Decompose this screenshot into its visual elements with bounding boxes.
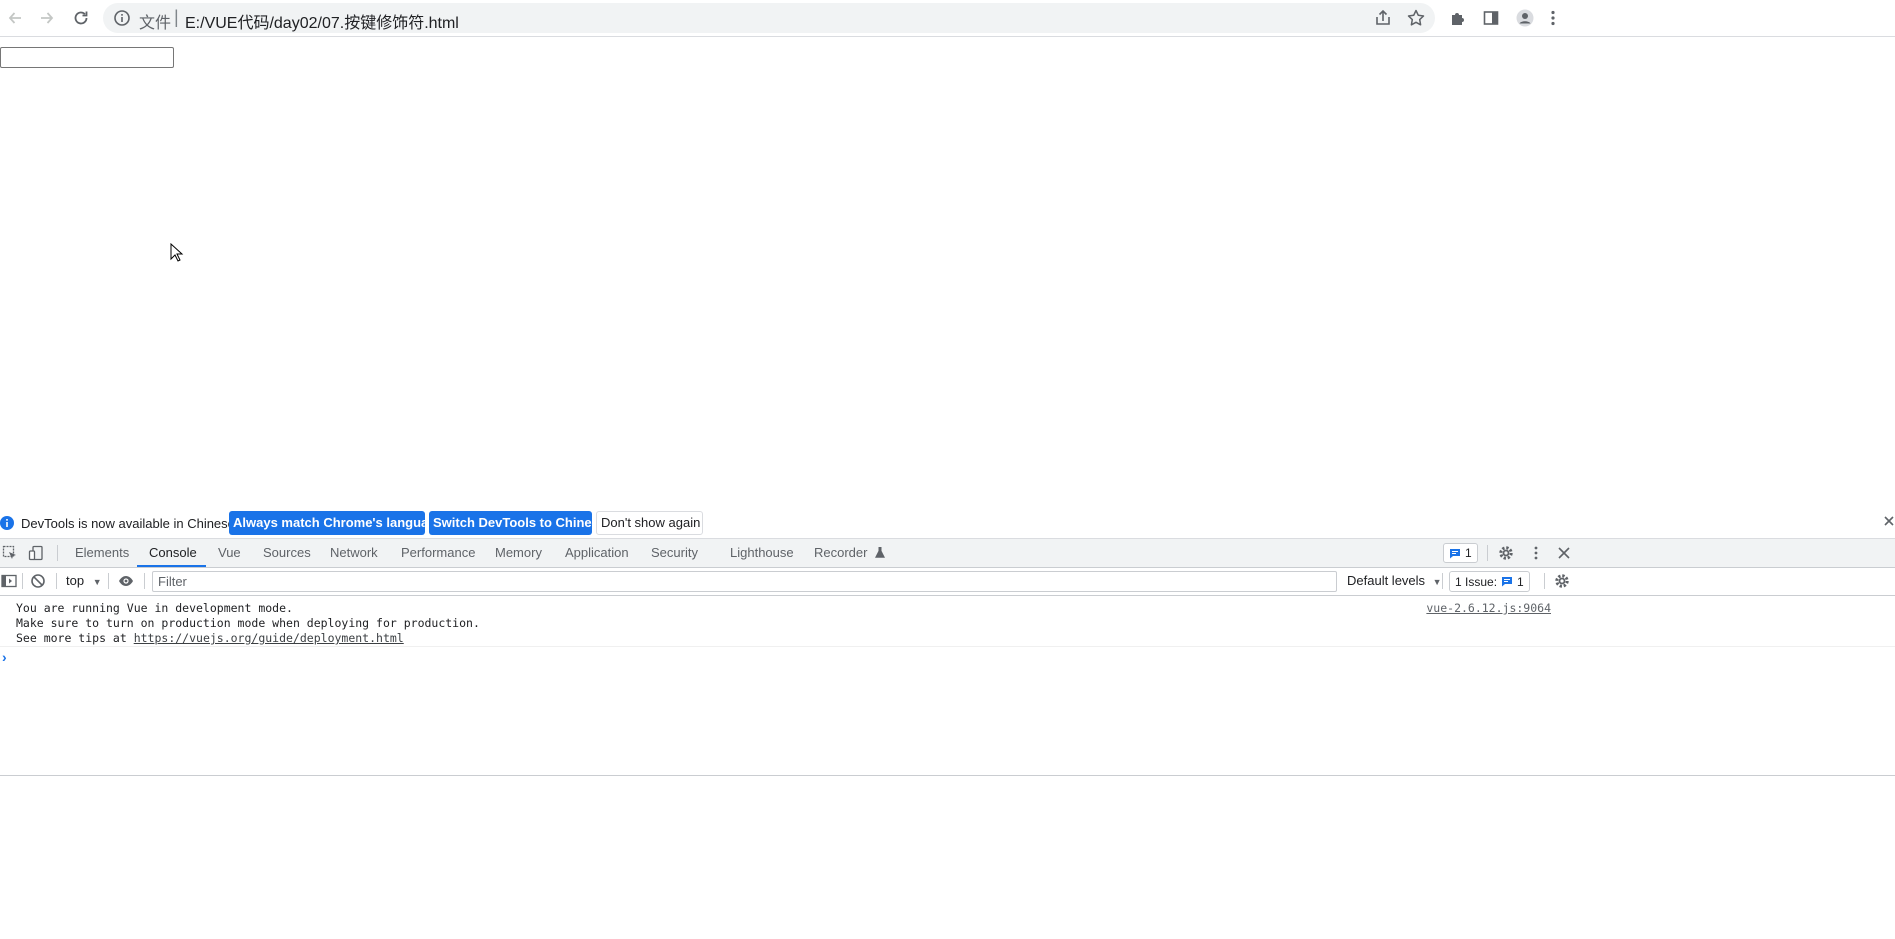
tab-memory[interactable]: Memory: [495, 539, 542, 567]
devtools-tab-strip: Elements Console Vue Sources Network Per…: [0, 539, 1895, 568]
more-vertical-icon: [1534, 546, 1538, 560]
dont-show-again-button[interactable]: Don't show again: [596, 511, 703, 535]
url-scheme-label: 文件: [139, 15, 172, 32]
bookmark-button[interactable]: [1406, 8, 1426, 28]
chat-icon: [1502, 577, 1513, 587]
dropdown-arrow-icon: ▼: [92, 577, 102, 587]
tab-recorder-label: Recorder: [814, 545, 868, 560]
star-icon: [1407, 9, 1425, 26]
profile-button[interactable]: [1511, 4, 1539, 32]
close-devtools-button[interactable]: [1556, 545, 1572, 561]
block-icon: [31, 574, 45, 588]
tab-console[interactable]: Console: [137, 539, 206, 567]
tab-vue[interactable]: Vue: [218, 539, 241, 567]
always-match-language-button[interactable]: Always match Chrome's language: [229, 511, 443, 535]
inspect-element-button[interactable]: [2, 545, 18, 561]
toolbar-divider: [1442, 573, 1443, 589]
page-text-input[interactable]: [0, 47, 174, 68]
console-prompt[interactable]: ›: [2, 649, 7, 665]
console-toolbar: top ▼ Default levels ▼ 1 Issue: 1: [0, 568, 1895, 596]
sidebar-toggle-icon: [1, 574, 17, 588]
device-icon: [28, 545, 43, 561]
close-icon: [1558, 547, 1570, 559]
settings-button[interactable]: [1498, 545, 1514, 561]
issues-count: 1: [1517, 574, 1524, 589]
dropdown-arrow-icon: ▼: [1432, 577, 1442, 587]
more-vertical-icon: [1551, 10, 1555, 26]
switch-to-chinese-button[interactable]: Switch DevTools to Chinese: [429, 511, 606, 535]
info-circle-icon[interactable]: [113, 9, 131, 27]
gear-icon: [1499, 546, 1513, 560]
issues-badge[interactable]: 1: [1443, 543, 1478, 563]
console-message: You are running Vue in development mode.…: [0, 596, 1895, 647]
info-icon: [0, 516, 14, 530]
chat-icon: [1450, 548, 1460, 558]
forward-button[interactable]: [33, 4, 61, 32]
show-sidebar-button[interactable]: [1, 573, 17, 589]
share-icon: [1376, 9, 1390, 25]
devtools-bottom-border: [0, 775, 1895, 776]
menu-button[interactable]: [1543, 4, 1563, 32]
eye-icon: [119, 576, 133, 586]
tab-security[interactable]: Security: [651, 539, 698, 567]
side-panel-button[interactable]: [1477, 4, 1505, 32]
puzzle-icon: [1452, 13, 1464, 25]
infobar-message: DevTools is now available in Chinese!: [21, 516, 239, 531]
toolbar-divider: [22, 573, 23, 589]
arrow-left-icon: [8, 12, 21, 24]
tab-elements[interactable]: Elements: [75, 539, 129, 567]
reload-button[interactable]: [67, 4, 95, 32]
toolbar-divider: [57, 545, 58, 561]
url-text[interactable]: E:/VUE代码/day02/07.按键修饰符.html: [185, 9, 459, 33]
browser-toolbar: 文件 | E:/VUE代码/day02/07.按键修饰符.html: [0, 0, 1895, 37]
live-expression-button[interactable]: [118, 573, 134, 589]
back-button[interactable]: [1, 4, 29, 32]
url-separator: |: [174, 7, 179, 27]
toolbar-divider: [56, 573, 57, 589]
share-button[interactable]: [1373, 8, 1393, 28]
tab-lighthouse[interactable]: Lighthouse: [730, 539, 794, 567]
device-toolbar-button[interactable]: [28, 545, 44, 561]
console-settings-button[interactable]: [1554, 573, 1570, 589]
log-levels-label: Default levels: [1347, 573, 1426, 588]
toolbar-divider: [1487, 545, 1488, 561]
toolbar-divider: [144, 573, 145, 589]
clear-console-button[interactable]: [30, 573, 46, 589]
context-value: top: [66, 573, 85, 588]
devtools-language-infobar: DevTools is now available in Chinese! Al…: [0, 508, 1895, 539]
tab-application[interactable]: Application: [565, 539, 629, 567]
tips-prefix: See more tips at: [16, 631, 134, 645]
gear-icon: [1555, 574, 1569, 588]
avatar-icon: [1516, 9, 1534, 27]
source-location-link[interactable]: vue-2.6.12.js:9064: [1426, 601, 1551, 615]
issues-badge-count: 1: [1465, 546, 1472, 560]
console-filter-input[interactable]: [152, 571, 1337, 592]
tab-recorder[interactable]: Recorder: [814, 539, 886, 567]
issues-label: 1 Issue:: [1455, 574, 1498, 589]
side-panel-icon: [1483, 11, 1499, 25]
address-bar[interactable]: 文件 | E:/VUE代码/day02/07.按键修饰符.html: [103, 3, 1435, 33]
close-icon[interactable]: [1883, 515, 1895, 527]
reload-icon: [74, 11, 88, 25]
console-message-line: See more tips at https://vuejs.org/guide…: [16, 631, 404, 645]
flask-icon: [875, 547, 886, 558]
deployment-guide-link[interactable]: https://vuejs.org/guide/deployment.html: [134, 631, 404, 645]
console-message-line: You are running Vue in development mode.: [16, 601, 293, 615]
tab-network[interactable]: Network: [330, 539, 378, 567]
mouse-cursor-icon: [170, 243, 184, 262]
console-message-line: Make sure to turn on production mode whe…: [16, 616, 480, 630]
arrow-right-icon: [41, 12, 54, 24]
devtools-menu-button[interactable]: [1528, 545, 1544, 561]
tab-sources[interactable]: Sources: [263, 539, 311, 567]
toolbar-divider: [108, 573, 109, 589]
console-issues-button[interactable]: 1 Issue: 1: [1449, 571, 1530, 592]
extensions-button[interactable]: [1444, 4, 1472, 32]
toolbar-divider: [1544, 573, 1545, 589]
inspect-icon: [2, 545, 16, 559]
context-selector[interactable]: top ▼: [66, 573, 102, 588]
log-levels-dropdown[interactable]: Default levels ▼: [1347, 573, 1442, 588]
tab-performance[interactable]: Performance: [401, 539, 475, 567]
